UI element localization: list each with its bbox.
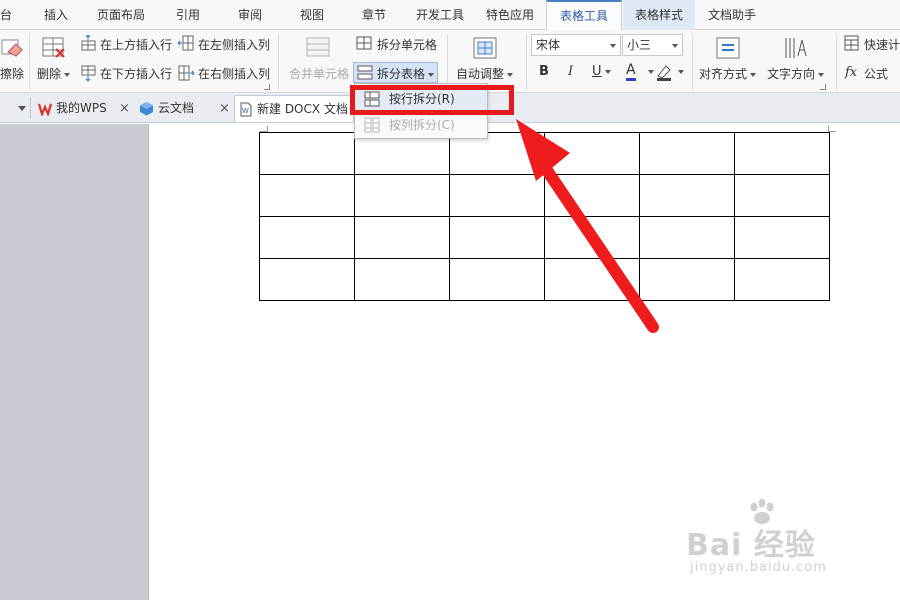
menu-bar: 台 插入 页面布局 引用 审阅 视图 章节 开发工具 特色应用 表格工具 表格样… xyxy=(0,0,900,31)
table-cell[interactable] xyxy=(354,216,450,259)
tab-table-style[interactable]: 表格样式 xyxy=(623,0,695,30)
font-name-value: 宋体 xyxy=(536,38,561,52)
formula-button[interactable]: 公式 xyxy=(864,65,888,82)
text-direction-icon xyxy=(785,38,807,58)
close-icon[interactable]: × xyxy=(119,95,130,122)
font-size-select[interactable]: 小三 xyxy=(622,34,683,56)
doc-tab-label: 云文档 xyxy=(158,101,195,115)
quick-calc-icon xyxy=(844,35,859,51)
table-cell[interactable] xyxy=(259,174,355,217)
wps-logo-icon xyxy=(38,103,52,116)
insert-row-below-button[interactable]: 在下方插入行 xyxy=(100,65,172,82)
group-launcher[interactable] xyxy=(820,84,826,90)
tab-list-dropdown[interactable] xyxy=(18,106,26,111)
text-direction-label: 文字方向 xyxy=(767,65,825,82)
separator xyxy=(526,34,527,90)
insert-row-above-button[interactable]: 在上方插入行 xyxy=(100,36,172,53)
separator xyxy=(30,97,31,119)
align-label: 对齐方式 xyxy=(699,65,757,82)
svg-text:W: W xyxy=(242,108,249,115)
tab-references[interactable]: 引用 xyxy=(176,0,200,30)
underline-button[interactable]: U xyxy=(592,64,611,79)
separator xyxy=(447,34,448,90)
merge-cells-button[interactable]: 合并单元格 xyxy=(289,65,349,82)
insert-col-right-button[interactable]: 在右侧插入列 xyxy=(198,65,270,82)
doc-tab-cloud[interactable]: 云文档 × xyxy=(137,95,234,122)
tab-table-tools[interactable]: 表格工具 xyxy=(546,0,622,31)
watermark-brand: Bai 经验 xyxy=(686,528,816,563)
watermark: Bai 经验 jingyan.baidu.com xyxy=(686,498,856,588)
table-cell[interactable] xyxy=(354,174,450,217)
erase-label: 擦除 xyxy=(0,67,25,81)
cloud-doc-icon xyxy=(140,102,153,116)
formula-icon: fx xyxy=(845,65,858,80)
separator xyxy=(29,34,30,90)
insert-row-below-icon xyxy=(81,65,96,81)
split-cells-button[interactable]: 拆分单元格 xyxy=(377,36,437,53)
red-arrow-icon xyxy=(516,119,659,333)
doc-tab-my-wps[interactable]: 我的WPS × xyxy=(36,95,131,122)
separator xyxy=(692,34,693,90)
highlight-box xyxy=(350,85,514,115)
close-icon[interactable]: × xyxy=(219,95,230,122)
tab-insert[interactable]: 插入 xyxy=(44,0,68,30)
autofit-label: 自动调整 xyxy=(456,65,514,82)
table-cell[interactable] xyxy=(734,258,830,301)
separator xyxy=(836,34,837,90)
italic-button[interactable]: I xyxy=(568,64,573,79)
font-name-select[interactable]: 宋体 xyxy=(531,34,621,56)
doc-tab-label: 新建 DOCX 文档 xyxy=(257,102,348,116)
delete-table-icon xyxy=(42,37,65,58)
insert-col-left-icon xyxy=(178,35,194,51)
split-table-button[interactable]: 拆分表格 xyxy=(353,62,438,83)
tab-view[interactable]: 视图 xyxy=(300,0,324,30)
delete-label: 删除 xyxy=(37,65,71,82)
split-cells-icon xyxy=(356,36,372,50)
split-by-col-item[interactable]: 按列拆分(C) xyxy=(355,113,487,137)
tab-special[interactable]: 特色应用 xyxy=(486,0,534,30)
insert-row-above-icon xyxy=(81,35,96,51)
insert-col-left-button[interactable]: 在左侧插入列 xyxy=(198,36,270,53)
split-by-col-label: 按列拆分(C) xyxy=(389,118,455,132)
font-color-caret[interactable] xyxy=(648,70,654,74)
insert-col-right-icon xyxy=(178,65,194,81)
separator xyxy=(278,34,279,90)
font-size-value: 小三 xyxy=(627,38,652,52)
table-cell[interactable] xyxy=(734,174,830,217)
doc-tab-new-docx[interactable]: W 新建 DOCX 文档 xyxy=(234,95,354,122)
quick-calc-button[interactable]: 快速计 xyxy=(864,36,900,53)
highlight-icon[interactable] xyxy=(655,63,673,81)
table-cell[interactable] xyxy=(259,216,355,259)
docx-file-icon: W xyxy=(240,102,252,117)
split-table-icon xyxy=(357,65,373,80)
table-cell[interactable] xyxy=(734,132,830,175)
tab-review[interactable]: 审阅 xyxy=(238,0,262,30)
font-color-button[interactable]: A xyxy=(626,63,636,81)
highlight-caret[interactable] xyxy=(678,70,684,74)
align-icon xyxy=(716,37,740,59)
table-cell[interactable] xyxy=(259,132,355,175)
split-table-label: 拆分表格 xyxy=(377,65,435,82)
tab-developer[interactable]: 开发工具 xyxy=(416,0,464,30)
tab-page-layout[interactable]: 页面布局 xyxy=(97,0,145,30)
doc-tab-label: 我的WPS xyxy=(56,101,107,115)
split-col-icon xyxy=(364,117,380,133)
merge-cells-icon xyxy=(306,37,330,57)
eraser-icon xyxy=(1,39,23,57)
tab-doc-assistant[interactable]: 文档助手 xyxy=(708,0,756,30)
table-cell[interactable] xyxy=(354,258,450,301)
tab-partial[interactable]: 台 xyxy=(0,0,12,30)
bold-button[interactable]: B xyxy=(539,64,549,79)
autofit-icon xyxy=(473,37,497,59)
group-launcher[interactable] xyxy=(264,84,270,90)
table-cell[interactable] xyxy=(259,258,355,301)
table-cell[interactable] xyxy=(734,216,830,259)
watermark-url: jingyan.baidu.com xyxy=(690,560,827,575)
tab-chapter[interactable]: 章节 xyxy=(362,0,386,30)
